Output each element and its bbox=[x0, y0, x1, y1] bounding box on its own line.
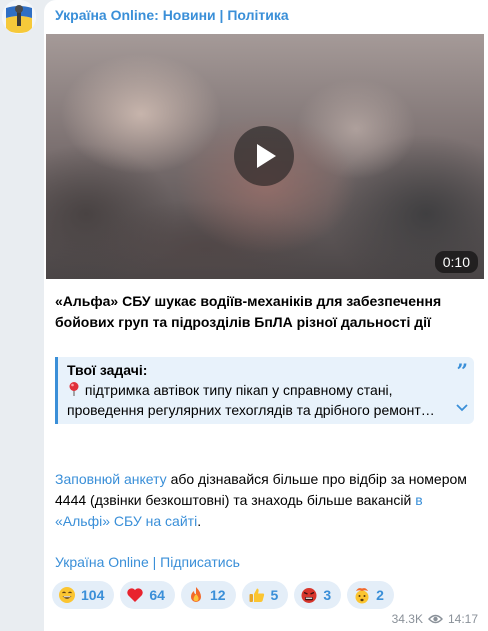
reaction-count: 64 bbox=[149, 587, 165, 603]
message-meta: 34.3K 14:17 bbox=[392, 612, 478, 626]
reaction-angry[interactable]: 3 bbox=[294, 581, 342, 609]
play-icon bbox=[257, 144, 276, 168]
body-text-2: . bbox=[197, 513, 202, 529]
post-body: Заповнюй анкету або дізнавайся більше пр… bbox=[55, 469, 475, 532]
questionnaire-link[interactable]: Заповнюй анкету bbox=[55, 471, 167, 487]
reaction-count: 3 bbox=[323, 587, 332, 603]
reactions-bar: 104 64 12 5 3 2 bbox=[52, 581, 394, 609]
ukraine-flag-logo-icon bbox=[2, 0, 36, 34]
reaction-thumbs-up[interactable]: 5 bbox=[241, 581, 289, 609]
reaction-count: 2 bbox=[376, 587, 384, 603]
play-button[interactable] bbox=[234, 126, 294, 186]
channel-title[interactable]: Україна Online: Новини | Політика bbox=[55, 7, 289, 23]
chevron-down-icon[interactable] bbox=[456, 404, 468, 412]
blockquote[interactable]: Твої задачі: підтримка автівок типу піка… bbox=[55, 357, 474, 424]
reaction-mind-blown[interactable]: 2 bbox=[347, 581, 394, 609]
pin-icon bbox=[69, 382, 79, 396]
grin-emoji-icon bbox=[59, 587, 75, 603]
channel-avatar[interactable] bbox=[2, 0, 36, 34]
quote-line-1: підтримка автівок типу пікап у справному… bbox=[67, 381, 393, 398]
message-bubble: Україна Online: Новини | Політика 0:10 «… bbox=[44, 0, 488, 631]
quote-line-2: проведення регулярних техоглядів та дріб… bbox=[67, 402, 435, 418]
quote-line-1-text: підтримка автівок типу пікап у справному… bbox=[84, 382, 393, 398]
subscribe-link[interactable]: Україна Online | Підписатись bbox=[55, 554, 240, 570]
video-duration: 0:10 bbox=[434, 251, 478, 273]
view-count: 34.3K bbox=[391, 612, 423, 626]
reaction-heart[interactable]: 64 bbox=[120, 581, 175, 609]
reaction-grin[interactable]: 104 bbox=[52, 581, 115, 609]
quote-mark-icon: ” bbox=[456, 359, 468, 383]
reaction-fire[interactable]: 12 bbox=[180, 581, 236, 609]
reaction-count: 12 bbox=[209, 587, 226, 603]
quote-title: Твої задачі: bbox=[67, 362, 148, 378]
eye-icon bbox=[428, 614, 443, 624]
red-heart-icon bbox=[127, 588, 144, 602]
message-time: 14:17 bbox=[447, 612, 478, 626]
video-preview[interactable]: 0:10 bbox=[46, 34, 484, 279]
angry-face-icon bbox=[301, 588, 317, 603]
post-headline: «Альфа» СБУ шукає водіїв-механіків для з… bbox=[55, 293, 442, 330]
reaction-count: 5 bbox=[270, 587, 279, 603]
fire-icon bbox=[190, 587, 201, 602]
mind-blown-icon bbox=[355, 588, 369, 604]
thumbs-up-icon bbox=[249, 588, 264, 602]
reaction-count: 104 bbox=[81, 587, 105, 603]
